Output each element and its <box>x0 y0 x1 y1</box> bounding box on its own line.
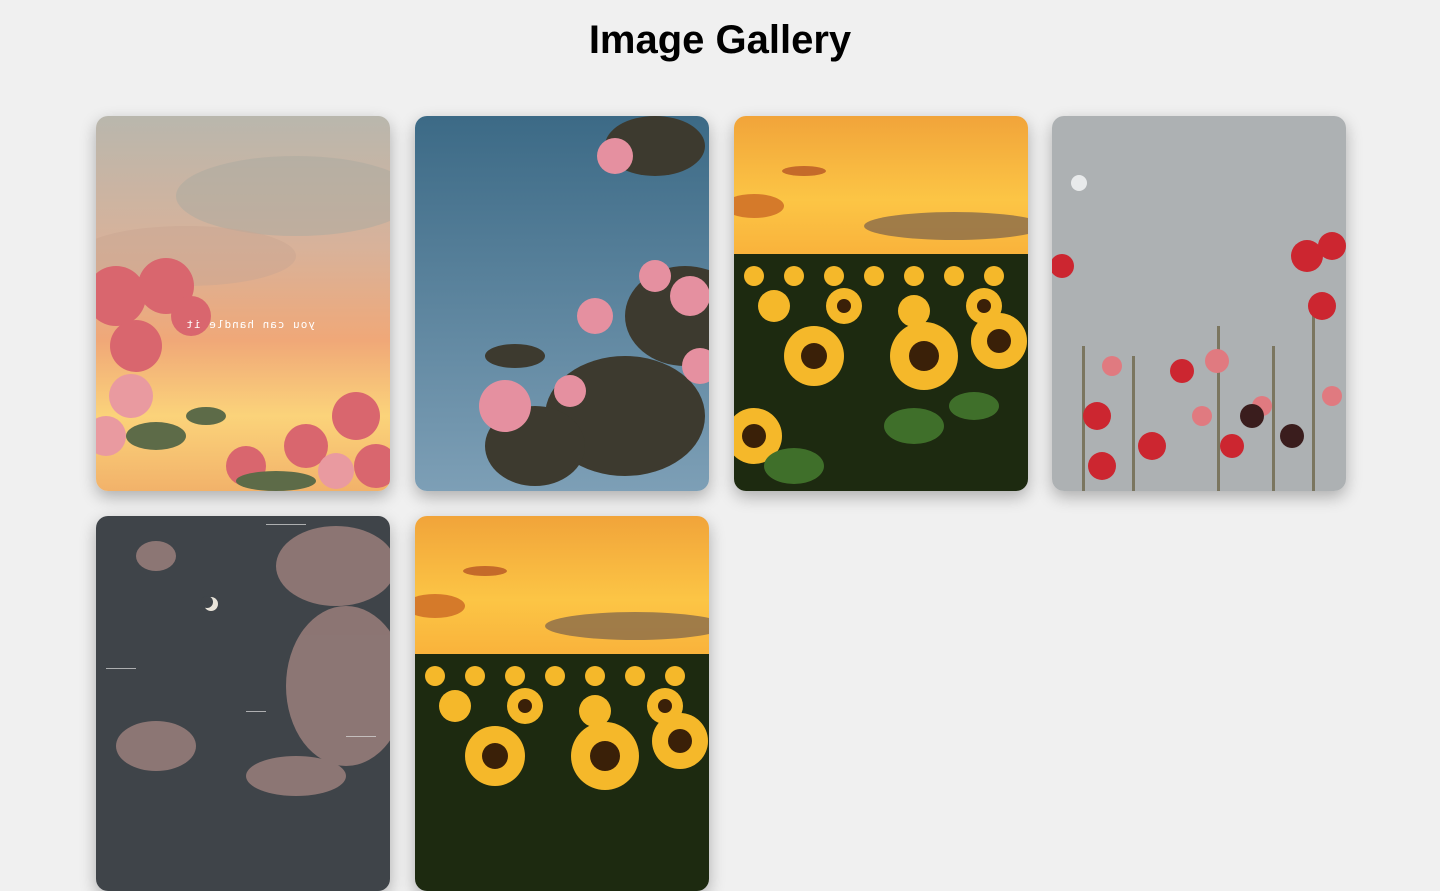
gallery-image-roses-sunset[interactable]: you can handle it <box>96 116 390 491</box>
gallery-image-hollyhocks[interactable] <box>1052 116 1346 491</box>
gallery-image-flowers-blue-sky[interactable] <box>415 116 709 491</box>
page-title: Image Gallery <box>588 18 852 62</box>
night-clouds-image <box>96 516 390 891</box>
flowers-blue-sky-image <box>415 116 709 491</box>
roses-sunset-image: you can handle it <box>96 116 390 491</box>
image-caption: you can handle it <box>185 318 315 331</box>
gallery-image-sunflower-field-2[interactable] <box>415 516 709 891</box>
image-gallery: you can handle it <box>0 98 1440 891</box>
gallery-image-night-clouds[interactable] <box>96 516 390 891</box>
hollyhocks-image <box>1052 116 1346 491</box>
sunflower-field-image-2 <box>415 516 709 891</box>
sunflower-field-image <box>734 116 1028 491</box>
gallery-image-sunflower-field[interactable] <box>734 116 1028 491</box>
